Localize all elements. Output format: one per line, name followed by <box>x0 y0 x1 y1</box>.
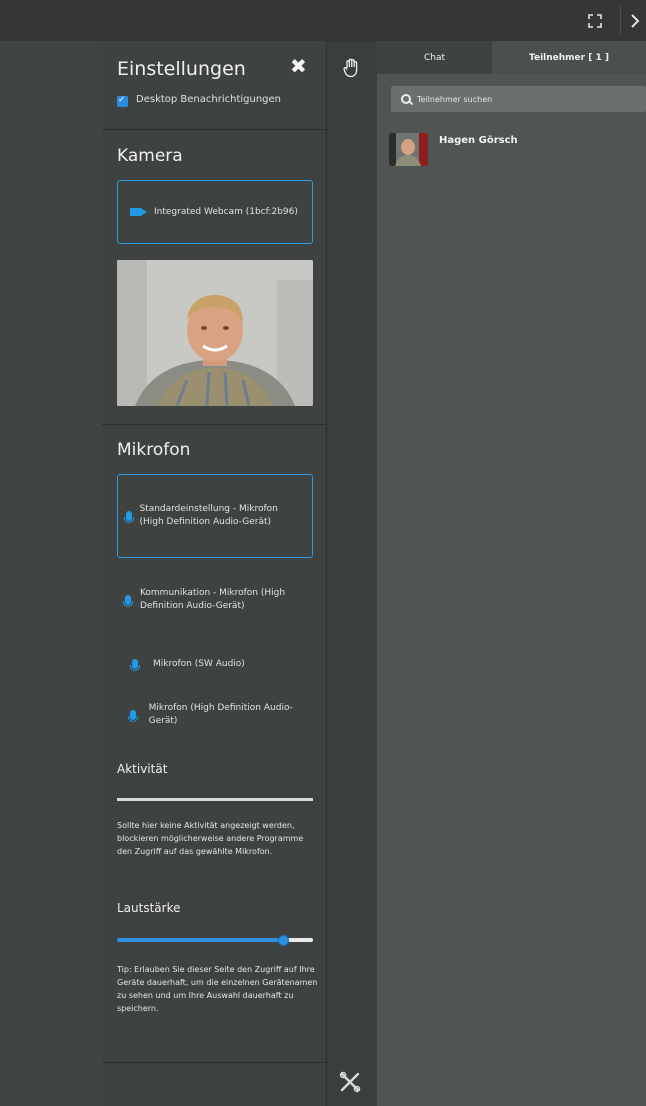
participants-area: Chat Teilnehmer [ 1 ] Teilnehmer suchen … <box>377 41 646 1106</box>
camera-title: Kamera <box>117 146 183 166</box>
camera-device-label: Integrated Webcam (1bcf:2b96) <box>154 206 298 217</box>
microphone-title: Mikrofon <box>117 440 191 460</box>
left-strip <box>0 41 103 1106</box>
settings-title: Einstellungen <box>117 58 246 80</box>
avatar <box>389 133 428 166</box>
camera-device-option[interactable]: Integrated Webcam (1bcf:2b96) <box>117 180 313 244</box>
participant-item[interactable]: Hagen Görsch <box>389 133 518 166</box>
tip-text: Tip: Erlauben Sie dieser Seite den Zugri… <box>117 965 318 1013</box>
expand-icon[interactable] <box>575 6 615 36</box>
microphone-icon <box>123 595 134 607</box>
volume-slider-thumb[interactable] <box>278 935 289 946</box>
activity-text: Sollte hier keine Aktivität angezeigt we… <box>117 821 304 856</box>
tools-icon[interactable] <box>339 1071 361 1097</box>
search-icon <box>401 94 411 104</box>
top-bar <box>0 0 646 41</box>
close-icon[interactable]: ✖ <box>290 54 307 78</box>
participant-name: Hagen Görsch <box>439 135 518 146</box>
desktop-notifications-checkbox[interactable] <box>117 95 128 107</box>
tab-participants[interactable]: Teilnehmer [ 1 ] <box>492 41 646 74</box>
microphone-icon <box>127 710 138 722</box>
mic-device-option-2[interactable]: Kommunikation - Mikrofon (High Definitio… <box>117 567 311 633</box>
mic-device-label: Kommunikation - Mikrofon (High Definitio… <box>139 588 286 611</box>
settings-panel: Einstellungen ✖ Desktop Benachrichtigung… <box>102 41 327 1106</box>
microphone-icon <box>130 659 140 671</box>
webcam-icon <box>130 208 147 216</box>
settings-header: Einstellungen ✖ Desktop Benachrichtigung… <box>102 41 326 130</box>
microphone-icon <box>123 511 134 523</box>
tool-column <box>327 41 377 1106</box>
chevron-right-icon[interactable] <box>624 6 646 36</box>
volume-title: Lautstärke <box>117 901 181 915</box>
tab-bar: Chat Teilnehmer [ 1 ] <box>377 41 646 74</box>
panel-footer-divider <box>102 1062 326 1063</box>
mic-device-option-4[interactable]: Mikrofon (High Definition Audio-Gerät) <box>117 695 311 735</box>
search-input[interactable]: Teilnehmer suchen <box>417 95 492 104</box>
mic-device-label: Standardeinstellung - Mikrofon (High Def… <box>139 504 278 527</box>
mic-device-label: Mikrofon (High Definition Audio-Gerät) <box>148 703 293 726</box>
raise-hand-icon[interactable] <box>343 58 361 82</box>
topbar-divider <box>620 6 621 36</box>
tab-chat[interactable]: Chat <box>377 41 492 74</box>
participant-search[interactable]: Teilnehmer suchen <box>391 86 646 112</box>
mic-device-label: Mikrofon (SW Audio) <box>153 658 245 669</box>
desktop-notifications-label: Desktop Benachrichtigungen <box>136 94 282 105</box>
activity-title: Aktivität <box>117 762 168 776</box>
mic-device-option-1[interactable]: Standardeinstellung - Mikrofon (High Def… <box>117 474 313 558</box>
camera-preview <box>117 260 313 406</box>
activity-meter <box>117 798 313 801</box>
mic-device-option-3[interactable]: Mikrofon (SW Audio) <box>117 647 311 681</box>
